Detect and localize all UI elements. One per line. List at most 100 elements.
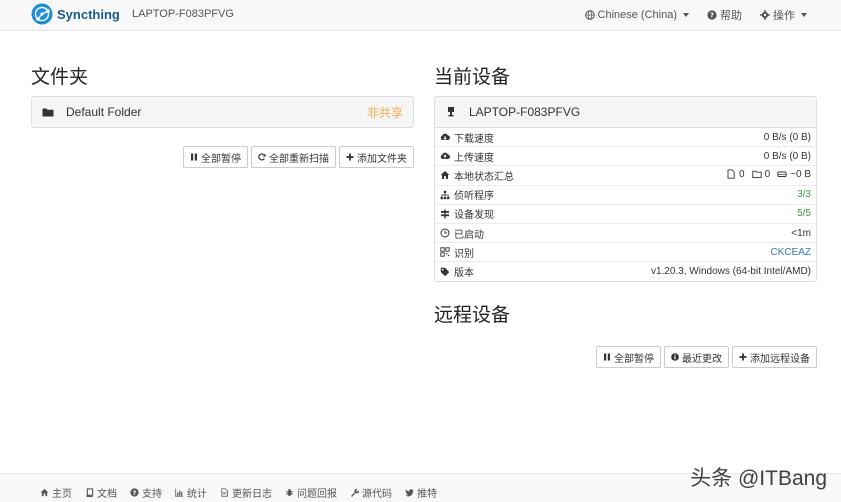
version-value: v1.20.3, Windows (64-bit Intel/AMD) — [560, 261, 816, 281]
sitemap-icon — [440, 190, 450, 199]
pause-all-devices-label: 全部暂停 — [614, 353, 654, 365]
footer-link-docs[interactable]: 文档 — [85, 485, 117, 500]
brand[interactable]: Syncthing — [31, 3, 120, 25]
clock-icon — [440, 228, 450, 238]
upload-rate-row: 上传速度 0 B/s (0 B) — [435, 146, 816, 166]
hdd-icon — [777, 171, 787, 178]
uptime-label: 已启动 — [454, 229, 484, 241]
pause-all-devices-button[interactable]: 全部暂停 — [596, 346, 661, 368]
help-label: 帮助 — [720, 10, 742, 22]
footer-link-label: 更新日志 — [232, 489, 272, 500]
watermark-text: 头条 @ITBang — [690, 467, 827, 490]
pause-all-folders-button[interactable]: 全部暂停 — [183, 146, 248, 168]
upload-rate-value: 0 B/s (0 B) — [560, 146, 816, 166]
footer-link-label: 问题回报 — [297, 489, 337, 500]
local-state-value: 0 0 ~0 B — [560, 165, 816, 186]
footer-link-source[interactable]: 源代码 — [350, 485, 392, 500]
footer-link-twitter[interactable]: 推特 — [405, 485, 437, 500]
local-files-count: 0 — [739, 168, 745, 180]
identity-label: 识别 — [454, 248, 474, 260]
desktop-icon — [448, 107, 454, 117]
identity-row: 识别 CKCEAZ — [435, 242, 816, 262]
add-folder-label: 添加文件夹 — [357, 153, 407, 165]
footer-link-label: 推特 — [417, 489, 437, 500]
local-state-row: 本地状态汇总 0 0 ~0 B — [435, 165, 816, 186]
folder-panel-heading[interactable]: Default Folder 非共享 — [32, 97, 413, 127]
discovery-value[interactable]: 5/5 — [560, 203, 816, 224]
wrench-icon — [351, 488, 359, 497]
footer-link-home[interactable]: 主页 — [40, 485, 72, 500]
identity-value[interactable]: CKCEAZ — [560, 242, 816, 262]
discovery-label: 设备发现 — [454, 210, 494, 222]
footer-link-support[interactable]: ? 支持 — [130, 485, 162, 500]
footer-link-bugs[interactable]: 问题回报 — [285, 485, 337, 500]
home-icon — [440, 171, 450, 180]
gear-icon — [760, 10, 770, 20]
language-label: Chinese (China) — [597, 9, 677, 21]
local-size-value: ~0 B — [790, 168, 811, 180]
folders-title: 文件夹 — [31, 67, 89, 88]
folder-panel[interactable]: Default Folder 非共享 — [31, 96, 414, 128]
footer-link-label: 文档 — [97, 489, 117, 500]
add-remote-device-button[interactable]: 添加远程设备 — [732, 346, 817, 368]
cloud-download-icon — [440, 133, 450, 141]
rescan-all-button[interactable]: 全部重新扫描 — [251, 146, 336, 168]
qrcode-icon — [440, 247, 450, 257]
syncthing-logo-icon — [31, 3, 53, 25]
footer-link-label: 支持 — [142, 489, 162, 500]
footer-link-label: 统计 — [187, 489, 207, 500]
info-circle-icon — [671, 353, 679, 361]
listeners-row: 侦听程序 3/3 — [435, 184, 816, 205]
svg-text:?: ? — [710, 12, 714, 20]
svg-text:?: ? — [133, 490, 137, 497]
local-state-label: 本地状态汇总 — [454, 171, 514, 183]
footer-link-label: 源代码 — [362, 489, 392, 500]
this-device-title: 当前设备 — [434, 67, 511, 88]
chevron-down-icon — [683, 13, 689, 17]
book-icon — [86, 488, 94, 497]
plus-icon — [346, 153, 354, 161]
file-icon — [727, 169, 735, 179]
footer-link-changelog[interactable]: 更新日志 — [220, 485, 272, 500]
question-circle-icon: ? — [707, 10, 717, 20]
help-button[interactable]: ? 帮助 — [707, 7, 742, 23]
rescan-all-label: 全部重新扫描 — [269, 153, 329, 165]
cloud-upload-icon — [440, 152, 450, 160]
upload-rate-label: 上传速度 — [454, 152, 494, 164]
brand-name: Syncthing — [57, 6, 120, 22]
version-label: 版本 — [454, 268, 474, 280]
bar-chart-icon — [175, 488, 184, 497]
add-remote-device-label: 添加远程设备 — [750, 353, 810, 365]
twitter-icon — [405, 489, 414, 497]
navbar: Syncthing LAPTOP-F083PFVG Chinese (China… — [0, 0, 841, 31]
home-icon — [40, 488, 49, 497]
local-dirs-count: 0 — [764, 168, 771, 180]
chevron-down-icon — [801, 13, 807, 17]
this-device-panel[interactable]: LAPTOP-F083PFVG 下载速度 0 B/s (0 B) 上传速度 0 … — [434, 96, 817, 282]
globe-icon — [584, 10, 595, 20]
plus-icon — [739, 353, 747, 361]
this-device-section: 当前设备 LAPTOP-F083PFVG 下载速度 0 B/s (0 B) 上传… — [434, 62, 817, 368]
pause-all-folders-label: 全部暂停 — [201, 153, 241, 165]
discovery-row: 设备发现 5/5 — [435, 203, 816, 224]
signpost-icon — [441, 209, 449, 219]
footer-link-stats[interactable]: 统计 — [175, 485, 207, 500]
tag-icon — [440, 267, 450, 276]
this-device-heading[interactable]: LAPTOP-F083PFVG — [435, 97, 816, 127]
this-device-stats: 下载速度 0 B/s (0 B) 上传速度 0 B/s (0 B) 本地状态汇总… — [435, 126, 816, 281]
actions-dropdown[interactable]: 操作 — [760, 7, 807, 23]
footer-link-label: 主页 — [52, 489, 72, 500]
listeners-value[interactable]: 3/3 — [560, 184, 816, 205]
download-rate-label: 下载速度 — [454, 133, 494, 145]
folder-outline-icon — [751, 170, 762, 179]
download-rate-value: 0 B/s (0 B) — [560, 126, 816, 147]
navbar-hostname: LAPTOP-F083PFVG — [132, 8, 234, 20]
folder-icon — [42, 108, 54, 117]
language-dropdown[interactable]: Chinese (China) — [584, 7, 689, 23]
recent-changes-button[interactable]: 最近更改 — [664, 346, 729, 368]
uptime-value: <1m — [560, 222, 816, 243]
bug-icon — [285, 488, 294, 496]
add-folder-button[interactable]: 添加文件夹 — [339, 146, 414, 168]
folders-section: 文件夹 Default Folder 非共享 全部暂停 全部重新扫描 添加文件夹 — [31, 62, 414, 168]
folder-name: Default Folder — [66, 105, 142, 119]
